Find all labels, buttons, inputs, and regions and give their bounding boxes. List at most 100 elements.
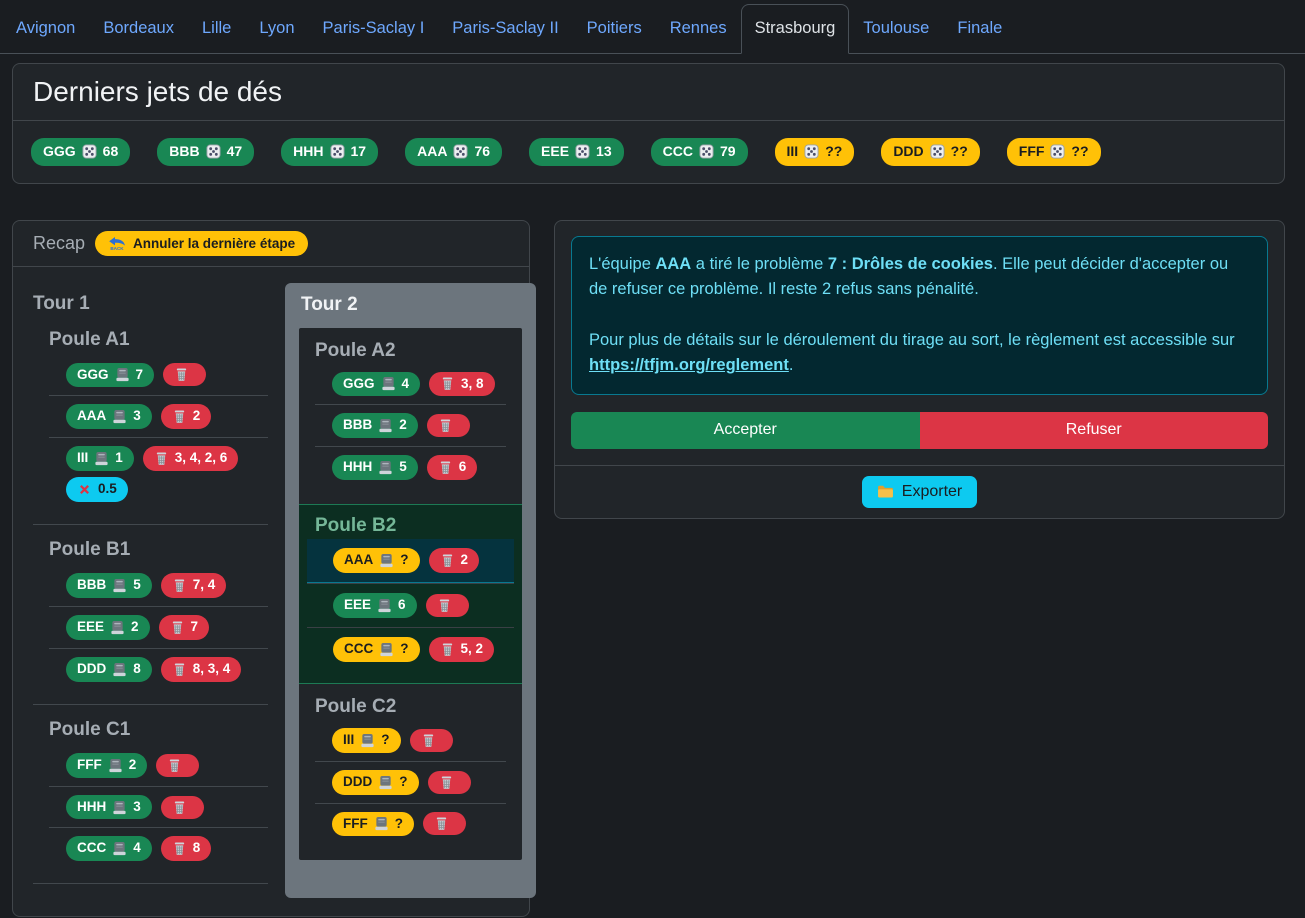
undo-last-step-button[interactable]: Annuler la dernière étape <box>95 231 308 256</box>
alert-text: . <box>789 356 794 374</box>
wastebasket-icon <box>154 451 169 466</box>
dice-value: ?? <box>825 143 842 161</box>
wastebasket-icon <box>439 775 454 790</box>
ballot-box-icon <box>378 775 393 790</box>
rejected-badge: 8, 3, 4 <box>161 657 242 682</box>
team-trigram: BBB <box>77 577 106 594</box>
folder-icon <box>877 484 894 499</box>
wastebasket-icon <box>172 409 187 424</box>
alert-paragraph-2: Pour plus de détails sur le déroulement … <box>589 328 1250 379</box>
poule-a1-title: Poule A1 <box>49 329 268 351</box>
poule-b2-highlighted: Poule B2 AAA ? <box>299 504 522 684</box>
accept-button[interactable]: Accepter <box>571 412 920 449</box>
tour-2-panel-current: Tour 2 Poule A2 GGG 4 <box>285 283 536 899</box>
draw-decision-card: L'équipe AAA a tiré le problème 7 : Drôl… <box>554 220 1285 519</box>
problem-number: ? <box>400 641 408 658</box>
problem-badge: HHH 5 <box>332 455 418 480</box>
team-row: DDD 8 8, 3, 4 <box>49 648 268 690</box>
problem-badge: DDD 8 <box>66 657 152 682</box>
tab-poitiers[interactable]: Poitiers <box>573 4 656 54</box>
poule-b1-title: Poule B1 <box>49 539 268 561</box>
die-icon <box>699 144 714 159</box>
rejected-list: 8, 3, 4 <box>193 661 231 678</box>
wastebasket-icon <box>440 553 455 568</box>
team-trigram: CCC <box>344 641 373 658</box>
rejected-badge: 3, 4, 2, 6 <box>143 446 239 471</box>
tab-strasbourg[interactable]: Strasbourg <box>741 4 850 54</box>
problem-number: 3 <box>133 799 141 816</box>
wastebasket-icon <box>440 642 455 657</box>
problem-number: 2 <box>399 417 407 434</box>
tab-avignon[interactable]: Avignon <box>2 4 89 54</box>
team-trigram: FFF <box>1019 143 1045 161</box>
problem-badge: CCC 4 <box>66 836 152 861</box>
team-row: GGG 7 <box>49 355 268 396</box>
wastebasket-icon <box>172 841 187 856</box>
tab-paris-saclay-2[interactable]: Paris-Saclay II <box>438 4 572 54</box>
wastebasket-icon <box>167 758 182 773</box>
poule-c1: Poule C1 FFF 2 <box>49 719 268 870</box>
refuse-button[interactable]: Refuser <box>920 412 1269 449</box>
poule-separator <box>33 883 268 884</box>
problem-number: ? <box>399 774 407 791</box>
problem-number: 8 <box>133 661 141 678</box>
dice-badge-pending: III ?? <box>775 138 855 166</box>
ballot-box-icon <box>112 800 127 815</box>
dice-badges-row: GGG 68 BBB 47 HHH 17 AAA 76 EEE <box>13 121 1284 183</box>
team-row: CCC ? 5, 2 <box>307 627 514 671</box>
problem-number: 2 <box>131 619 139 636</box>
wastebasket-icon <box>440 376 455 391</box>
team-row: HHH 3 <box>49 786 268 828</box>
tab-toulouse[interactable]: Toulouse <box>849 4 943 54</box>
rejected-badge: 6 <box>427 455 478 480</box>
rejected-badge <box>156 754 199 777</box>
tab-paris-saclay-1[interactable]: Paris-Saclay I <box>309 4 439 54</box>
rejected-badge <box>428 771 471 794</box>
dice-card-title: Derniers jets de dés <box>33 76 282 108</box>
team-trigram: GGG <box>77 367 109 384</box>
tab-lyon[interactable]: Lyon <box>245 4 308 54</box>
problem-badge-pending: FFF ? <box>332 812 414 837</box>
reglement-link[interactable]: https://tfjm.org/reglement <box>589 356 789 374</box>
rejected-badge <box>410 729 453 752</box>
undo-button-label: Annuler la dernière étape <box>133 236 295 251</box>
problem-badge: BBB 5 <box>66 573 152 598</box>
team-row: FFF ? <box>315 803 506 845</box>
ballot-box-icon <box>378 418 393 433</box>
tour-1-column: Tour 1 Poule A1 GGG 7 <box>33 283 268 899</box>
tab-finale[interactable]: Finale <box>943 4 1016 54</box>
team-trigram: EEE <box>77 619 104 636</box>
team-trigram: BBB <box>169 143 199 161</box>
dice-value: 76 <box>474 143 490 161</box>
export-button[interactable]: Exporter <box>862 476 977 508</box>
rejected-badge: 2 <box>429 548 480 573</box>
penalty-badge: 0.5 <box>66 477 128 502</box>
rejected-badge: 7, 4 <box>161 573 227 598</box>
team-trigram: EEE <box>344 597 371 614</box>
tour-2-inner-panel: Poule A2 GGG 4 <box>299 328 522 861</box>
team-row-current: AAA ? 2 <box>307 539 514 583</box>
dice-badge: EEE 13 <box>529 138 624 166</box>
draw-card-body: L'équipe AAA a tiré le problème 7 : Drôl… <box>555 221 1284 465</box>
tab-rennes[interactable]: Rennes <box>656 4 741 54</box>
team-trigram: FFF <box>343 816 368 833</box>
recap-header: Recap Annuler la dernière étape <box>13 221 529 267</box>
problem-badge-pending: CCC ? <box>333 637 420 662</box>
tab-lille[interactable]: Lille <box>188 4 245 54</box>
draw-info-alert: L'équipe AAA a tiré le problème 7 : Drôl… <box>571 236 1268 395</box>
rejected-badge <box>427 414 470 437</box>
dice-value: 79 <box>720 143 736 161</box>
problem-badge: III 1 <box>66 446 134 471</box>
problem-number: 5 <box>133 577 141 594</box>
ballot-box-icon <box>112 578 127 593</box>
recap-body: Tour 1 Poule A1 GGG 7 <box>13 267 529 917</box>
alert-text: a tiré le problème <box>691 255 828 273</box>
team-trigram: GGG <box>43 143 76 161</box>
alert-text: Pour plus de détails sur le déroulement … <box>589 331 1235 349</box>
dice-badge: HHH 17 <box>281 138 378 166</box>
rejected-list: 7 <box>191 619 199 636</box>
tab-bordeaux[interactable]: Bordeaux <box>89 4 188 54</box>
die-icon <box>330 144 345 159</box>
ballot-box-icon <box>112 841 127 856</box>
rejected-list: 2 <box>461 552 469 569</box>
